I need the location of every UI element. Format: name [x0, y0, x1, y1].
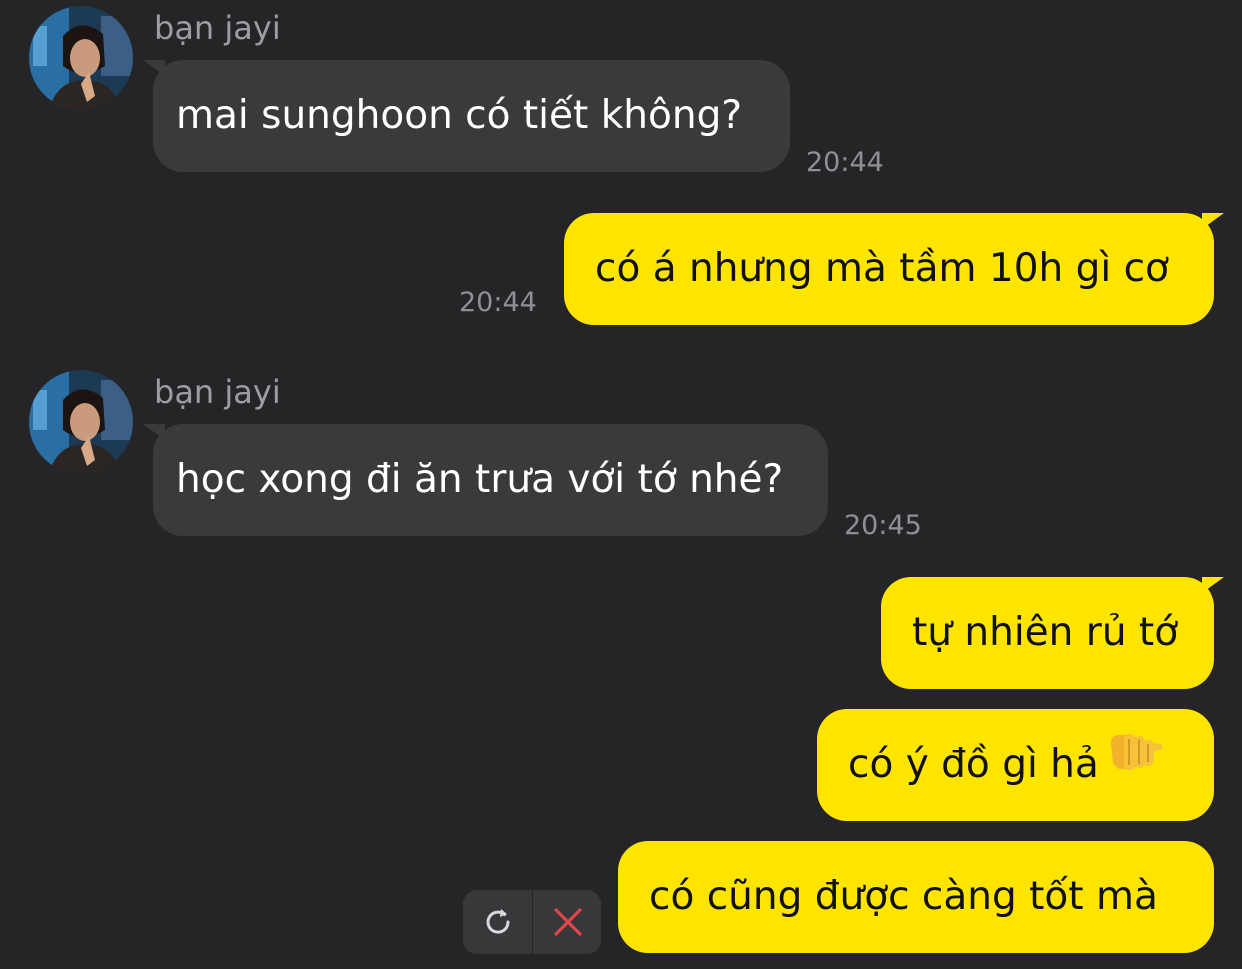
- close-icon: [553, 908, 582, 936]
- outgoing-message-bubble[interactable]: có ý đồ gì hả: [817, 709, 1214, 821]
- bubble-tail: [143, 60, 165, 76]
- bubble-tail: [1202, 577, 1224, 593]
- message-time: 20:45: [844, 510, 922, 541]
- outgoing-message-bubble[interactable]: tự nhiên rủ tớ: [881, 577, 1224, 689]
- incoming-message-bubble[interactable]: học xong đi ăn trưa với tớ nhé?: [143, 424, 828, 536]
- sender-name: bạn jayi: [154, 373, 281, 411]
- message-text: có ý đồ gì hả: [848, 742, 1099, 787]
- refresh-icon: [486, 909, 510, 934]
- delete-button[interactable]: [533, 890, 601, 954]
- failed-message-actions: [463, 890, 601, 954]
- message-text: tự nhiên rủ tớ: [912, 610, 1179, 655]
- backhand-index-pointing-right-icon: [1107, 707, 1165, 819]
- sender-name: bạn jayi: [154, 9, 281, 47]
- message-text: có cũng được càng tốt mà: [649, 874, 1158, 919]
- message-text: học xong đi ăn trưa với tớ nhé?: [176, 457, 784, 502]
- bubble-tail: [1202, 213, 1224, 229]
- bubble-tail: [143, 424, 165, 440]
- outgoing-message-bubble[interactable]: có cũng được càng tốt mà: [618, 841, 1214, 953]
- incoming-message-bubble[interactable]: mai sunghoon có tiết không?: [143, 60, 790, 172]
- message-text: có á nhưng mà tầm 10h gì cơ: [595, 246, 1169, 291]
- message-time: 20:44: [459, 287, 537, 318]
- outgoing-message-bubble[interactable]: có á nhưng mà tầm 10h gì cơ: [564, 213, 1224, 325]
- sender-avatar[interactable]: [29, 6, 133, 110]
- message-text: mai sunghoon có tiết không?: [176, 93, 743, 138]
- message-time: 20:44: [806, 147, 884, 178]
- retry-button[interactable]: [463, 890, 532, 954]
- sender-avatar[interactable]: [29, 370, 133, 474]
